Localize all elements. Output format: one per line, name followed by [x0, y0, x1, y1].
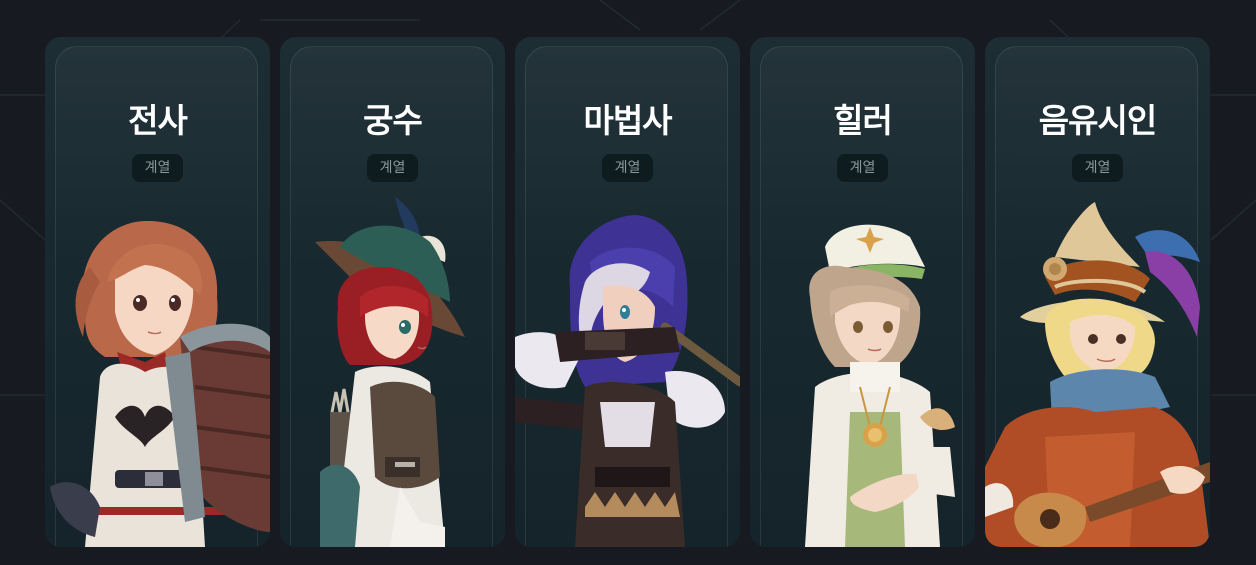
- class-title: 마법사: [583, 101, 672, 140]
- class-type-badge: 계열: [132, 154, 183, 182]
- class-type-badge: 계열: [1072, 154, 1123, 182]
- class-type-badge: 계열: [602, 154, 653, 182]
- healer-portrait: [805, 224, 955, 547]
- class-title: 전사: [128, 101, 188, 140]
- class-title: 음유시인: [1038, 101, 1157, 140]
- class-card-list: 전사 계열 궁수 계열 마법사 계열 힐러 계열 음유시인 계열: [45, 37, 1211, 547]
- archer-portrait: [315, 197, 465, 547]
- class-title: 궁수: [363, 101, 423, 140]
- class-type-badge: 계열: [367, 154, 418, 182]
- class-card-archer[interactable]: 궁수 계열: [280, 37, 505, 547]
- warrior-portrait: [50, 221, 270, 547]
- class-card-healer[interactable]: 힐러 계열: [750, 37, 975, 547]
- class-selection-screen: 전사 계열 궁수 계열 마법사 계열 힐러 계열 음유시인 계열: [0, 0, 1256, 565]
- class-card-bard[interactable]: 음유시인 계열: [985, 37, 1210, 547]
- class-card-warrior[interactable]: 전사 계열: [45, 37, 270, 547]
- class-title: 힐러: [833, 101, 893, 140]
- class-type-badge: 계열: [837, 154, 888, 182]
- class-card-mage[interactable]: 마법사 계열: [515, 37, 740, 547]
- mage-portrait: [515, 215, 740, 547]
- bard-portrait: [985, 202, 1210, 547]
